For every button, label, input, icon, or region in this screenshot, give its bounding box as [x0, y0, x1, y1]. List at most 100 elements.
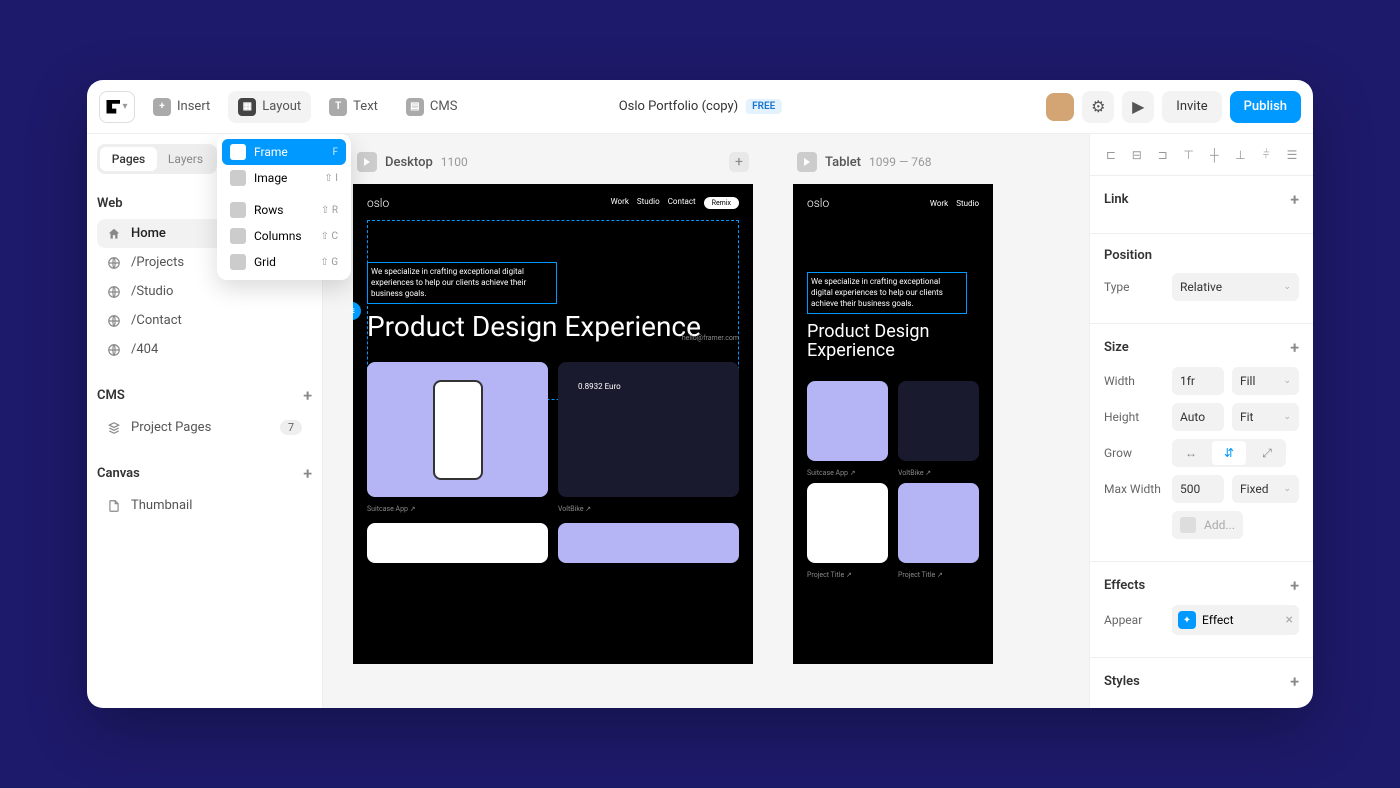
grow-both-button[interactable]: ⤢ [1250, 441, 1284, 465]
project-card[interactable] [558, 362, 739, 497]
align-center-h-icon[interactable]: ⊟ [1129, 148, 1145, 162]
maxwidth-input[interactable]: 500 [1172, 475, 1224, 503]
width-label: Width [1104, 374, 1164, 388]
dropdown-image[interactable]: Image ⇧ I [222, 165, 346, 191]
project-card[interactable] [807, 483, 888, 563]
breakpoint-play-button[interactable] [357, 152, 377, 172]
nav-studio[interactable]: Studio [956, 199, 979, 208]
breakpoint-play-button[interactable] [797, 152, 817, 172]
project-card[interactable] [898, 381, 979, 461]
width-input[interactable]: 1fr [1172, 367, 1224, 395]
tablet-frame[interactable]: oslo Work Studio We specialize in crafti… [793, 184, 993, 664]
selection-node-icon[interactable] [353, 302, 361, 320]
nav-studio[interactable]: Studio [637, 197, 660, 209]
dropdown-rows[interactable]: Rows ⇧ R [222, 197, 346, 223]
card-label: Project Title ↗ [807, 571, 888, 579]
title-text: Oslo Portfolio (copy) [619, 99, 738, 114]
page-label: /Studio [131, 284, 173, 299]
align-top-icon[interactable]: ⊤ [1181, 148, 1197, 162]
project-card[interactable] [558, 523, 739, 563]
position-type-select[interactable]: Relative ⌄ [1172, 273, 1299, 301]
breakpoint-size: 1100 [441, 155, 468, 169]
add-cms-button[interactable]: + [303, 386, 312, 405]
add-link-button[interactable]: + [1290, 190, 1299, 209]
canvas-area[interactable]: Desktop 1100 + oslo Work Studio Contact … [323, 134, 1089, 708]
align-right-icon[interactable]: ⊐ [1155, 148, 1171, 162]
add-style-button[interactable]: + [1290, 672, 1299, 691]
publish-button[interactable]: Publish [1230, 91, 1301, 123]
page-404[interactable]: /404 [97, 335, 312, 364]
grow-horizontal-button[interactable]: ↔ [1174, 441, 1208, 465]
globe-icon [107, 256, 121, 270]
align-left-icon[interactable]: ⊏ [1103, 148, 1119, 162]
align-bottom-icon[interactable]: ⊥ [1232, 148, 1248, 162]
distribute-h-icon[interactable]: ⫩ [1258, 148, 1274, 162]
tab-layers[interactable]: Layers [157, 147, 214, 171]
grow-vertical-button[interactable]: ⇵ [1212, 441, 1246, 465]
insert-button[interactable]: + Insert [143, 91, 220, 123]
add-placeholder: Add... [1204, 518, 1235, 532]
selected-text-element[interactable]: We specialize in crafting exceptional di… [807, 272, 967, 314]
project-title[interactable]: Oslo Portfolio (copy) FREE [619, 99, 782, 114]
dropdown-frame[interactable]: Frame F [222, 139, 346, 165]
chevron-down-icon: ▾ [122, 101, 127, 112]
project-card[interactable] [898, 483, 979, 563]
effects-section: Effects + Appear ✦ Effect × [1090, 562, 1313, 658]
web-section-label: Web [97, 196, 123, 211]
panel-tabs: Pages Layers [97, 144, 217, 174]
distribute-v-icon[interactable]: ☰ [1284, 148, 1300, 162]
nav-work[interactable]: Work [611, 197, 629, 209]
layout-button[interactable]: ▦ Layout [228, 91, 311, 123]
project-card[interactable] [367, 523, 548, 563]
image-icon [230, 170, 246, 186]
add-breakpoint-button[interactable]: + [729, 152, 749, 172]
add-effect-button[interactable]: + [1290, 576, 1299, 595]
desktop-frame[interactable]: oslo Work Studio Contact Remix We specia… [353, 184, 753, 664]
height-label: Height [1104, 410, 1164, 424]
add-size-button[interactable]: + [1290, 338, 1299, 357]
effect-chip[interactable]: ✦ Effect × [1172, 605, 1299, 635]
width-mode-select[interactable]: Fill ⌄ [1232, 367, 1299, 395]
hero-email: hello@framer.com [682, 334, 739, 342]
app-logo-menu[interactable]: ▾ [99, 91, 135, 123]
remove-effect-button[interactable]: × [1286, 612, 1293, 628]
page-studio[interactable]: /Studio [97, 277, 312, 306]
align-center-v-icon[interactable]: ┼ [1206, 148, 1222, 162]
height-input[interactable]: Auto [1172, 403, 1224, 431]
page-label: /Contact [131, 313, 182, 328]
canvas-thumbnail[interactable]: Thumbnail [97, 491, 312, 520]
preview-button[interactable]: ▶ [1122, 91, 1154, 123]
nav-work[interactable]: Work [930, 199, 948, 208]
project-card[interactable] [367, 362, 548, 497]
page-contact[interactable]: /Contact [97, 306, 312, 335]
cms-button[interactable]: ▤ CMS [396, 91, 468, 123]
maxwidth-mode-select[interactable]: Fixed ⌄ [1232, 475, 1299, 503]
add-canvas-button[interactable]: + [303, 464, 312, 483]
chevron-down-icon: ⌄ [1283, 376, 1291, 386]
canvas-section-label: Canvas [97, 466, 140, 481]
selected-text-element[interactable]: We specialize in crafting exceptional di… [367, 262, 557, 304]
grid-icon [230, 254, 246, 270]
user-avatar[interactable] [1046, 93, 1074, 121]
breakpoint-header: Desktop 1100 + [353, 146, 753, 178]
invite-button[interactable]: Invite [1162, 91, 1221, 123]
hero-subtitle: We specialize in crafting exceptional di… [811, 276, 963, 310]
remix-button[interactable]: Remix [704, 197, 739, 209]
dropdown-columns[interactable]: Columns ⇧ C [222, 223, 346, 249]
add-constraint-button[interactable]: Add... [1172, 511, 1243, 539]
text-label: Text [353, 99, 378, 114]
hero-subtitle: We specialize in crafting exceptional di… [371, 266, 553, 300]
height-mode-select[interactable]: Fit ⌄ [1232, 403, 1299, 431]
card-label: Suitcase App ↗ [367, 505, 548, 513]
dropdown-grid[interactable]: Grid ⇧ G [222, 249, 346, 275]
settings-button[interactable]: ⚙ [1082, 91, 1114, 123]
project-card[interactable] [807, 381, 888, 461]
project-cards [793, 361, 993, 469]
page-icon [107, 499, 121, 513]
text-button[interactable]: T Text [319, 91, 388, 123]
project-cards-row2 [353, 513, 753, 571]
frame-icon [230, 144, 246, 160]
tab-pages[interactable]: Pages [100, 147, 157, 171]
nav-contact[interactable]: Contact [668, 197, 696, 209]
cms-project-pages[interactable]: Project Pages 7 [97, 413, 312, 442]
